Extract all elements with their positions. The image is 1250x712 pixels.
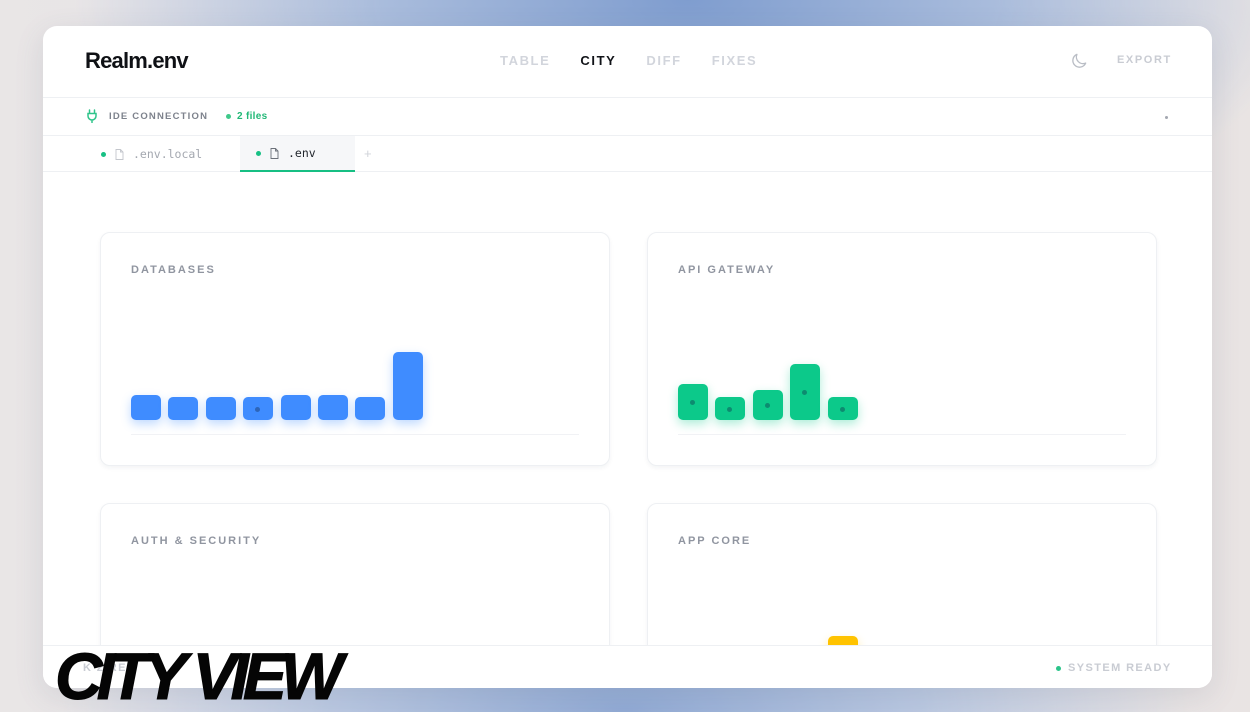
moon-icon[interactable] [1069, 51, 1089, 71]
building[interactable] [678, 384, 708, 420]
export-button[interactable]: EXPORT [1117, 54, 1172, 66]
file-tab-label: .env [288, 146, 316, 160]
top-bar: Realm.env TABLE CITY DIFF FIXES EXPORT [43, 26, 1212, 98]
building[interactable] [753, 390, 783, 420]
add-tab-button[interactable]: + [364, 146, 372, 161]
file-tab-label: .env.local [133, 147, 203, 161]
ide-connection-bar: IDE CONNECTION 2 files [43, 98, 1212, 136]
overlay-title: CITY VIEW [54, 639, 343, 712]
building[interactable] [131, 395, 161, 420]
file-tabs: .env.local .env + [43, 136, 1212, 172]
tab-table[interactable]: TABLE [500, 53, 550, 68]
district-card-databases: DATABASES [100, 232, 610, 466]
file-icon [270, 147, 279, 159]
building[interactable] [715, 397, 745, 420]
ide-file-count: 2 files [237, 111, 268, 122]
more-dot[interactable] [1165, 116, 1168, 119]
building[interactable] [790, 364, 820, 420]
building-window [255, 407, 260, 412]
file-tab-env[interactable]: .env [240, 136, 355, 172]
building[interactable] [168, 397, 198, 420]
file-status-dot [256, 150, 261, 156]
building-window [690, 400, 695, 405]
building[interactable] [281, 395, 311, 420]
tab-diff[interactable]: DIFF [646, 53, 681, 68]
connection-status-dot [226, 114, 231, 119]
brand-logo: Realm.env [85, 48, 189, 73]
building-window [802, 390, 807, 395]
building-window [727, 407, 732, 412]
building-window [840, 407, 845, 412]
district-buildings [678, 233, 1126, 420]
building[interactable] [393, 352, 423, 420]
tab-city[interactable]: CITY [580, 53, 616, 68]
district-buildings [131, 233, 579, 420]
building[interactable] [828, 397, 858, 420]
file-status-dot [101, 151, 106, 157]
app-window: Realm.env TABLE CITY DIFF FIXES EXPORT I… [43, 26, 1212, 688]
file-tab-env-local[interactable]: .env.local [89, 136, 239, 172]
system-status: SYSTEM READY [1068, 662, 1172, 674]
district-ground-line [678, 434, 1126, 435]
file-icon [115, 148, 124, 160]
building[interactable] [243, 397, 273, 420]
tab-fixes[interactable]: FIXES [712, 53, 758, 68]
system-status-dot [1056, 666, 1061, 671]
building[interactable] [318, 395, 348, 420]
view-tabs: TABLE CITY DIFF FIXES [500, 53, 757, 68]
ide-connection-label: IDE CONNECTION [109, 111, 209, 122]
district-card-api-gateway: API GATEWAY [647, 232, 1157, 466]
building-window [765, 403, 770, 408]
building[interactable] [206, 397, 236, 420]
district-ground-line [131, 434, 579, 435]
building[interactable] [355, 397, 385, 420]
plug-icon [87, 109, 97, 123]
